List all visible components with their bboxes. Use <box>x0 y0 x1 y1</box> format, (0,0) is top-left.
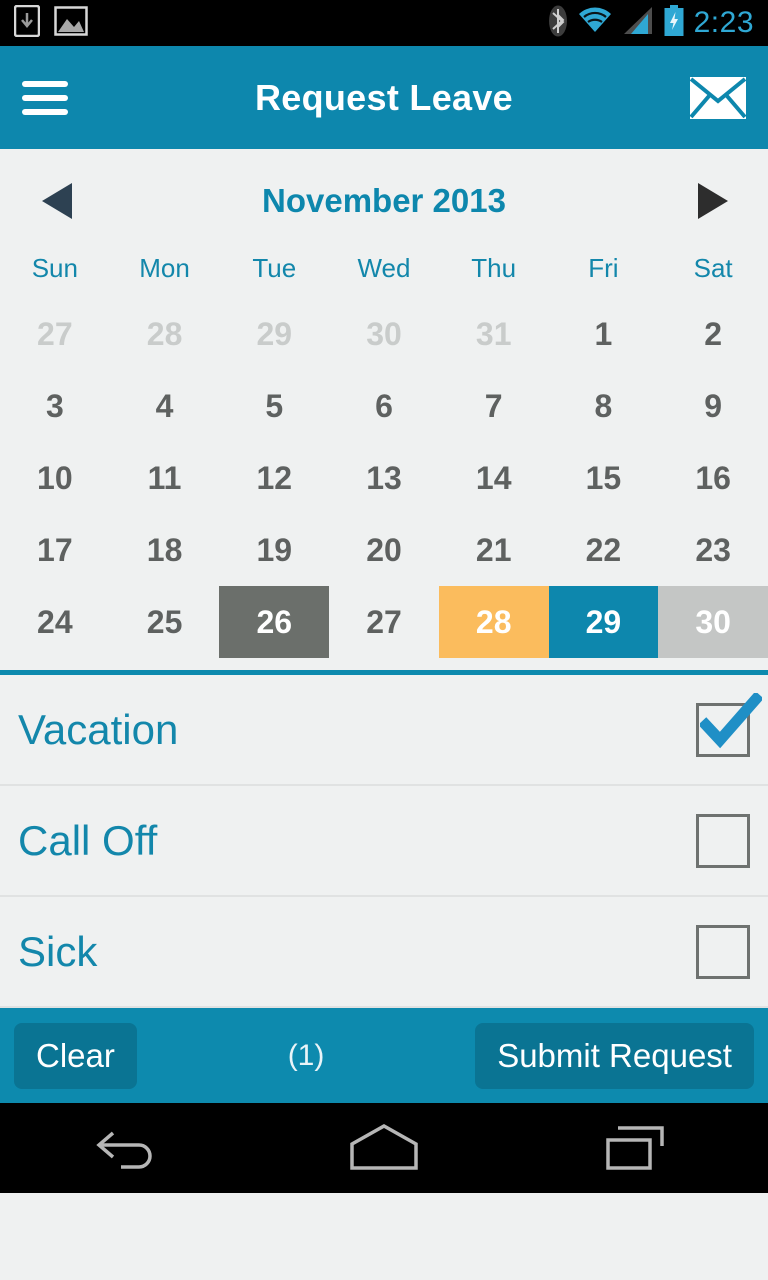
vacation-checkbox[interactable] <box>696 692 762 757</box>
leave-type-label: Vacation <box>18 705 179 753</box>
calendar-day-8[interactable]: 8 <box>549 370 659 442</box>
calendar-day-5[interactable]: 5 <box>219 370 329 442</box>
weekday-label: Mon <box>139 253 190 283</box>
calendar-day-17[interactable]: 17 <box>0 514 110 586</box>
checkbox-box <box>696 813 750 868</box>
submit-request-button[interactable]: Submit Request <box>475 1022 754 1089</box>
android-nav-bar <box>0 1103 768 1193</box>
calendar-day-28[interactable]: 28 <box>110 298 220 370</box>
leave-type-label: Sick <box>18 927 98 975</box>
calendar-day-21[interactable]: 21 <box>439 514 549 586</box>
checkmark-icon <box>700 692 762 748</box>
call-off-checkbox[interactable] <box>696 813 750 868</box>
clear-button[interactable]: Clear <box>14 1022 137 1089</box>
calendar-grid: 27 28 29 30 31 1 2 3 4 5 6 7 8 9 10 11 12 13 14 15 16 17 18 19 2… <box>0 298 768 658</box>
hamburger-menu-icon[interactable] <box>22 80 68 115</box>
calendar-month-nav: November 2013 <box>0 157 768 245</box>
calendar-week-row: 3456789 <box>0 370 768 442</box>
leave-type-row[interactable]: Vacation <box>0 675 768 786</box>
weekday-label: Wed <box>357 253 411 283</box>
calendar-day-3[interactable]: 3 <box>0 370 110 442</box>
selected-count: (1) <box>287 1038 325 1072</box>
calendar-day-19[interactable]: 19 <box>219 514 329 586</box>
download-icon <box>13 4 41 42</box>
calendar-day-9[interactable]: 9 <box>658 370 768 442</box>
leave-type-label: Call Off <box>18 816 158 864</box>
envelope-icon[interactable] <box>689 76 747 119</box>
checkbox-box <box>696 924 750 979</box>
calendar-day-7[interactable]: 7 <box>439 370 549 442</box>
recent-apps-icon[interactable] <box>585 1118 695 1178</box>
leave-type-row[interactable]: Sick <box>0 897 768 1008</box>
calendar-day-10[interactable]: 10 <box>0 442 110 514</box>
calendar-week-row: 17 18 19 20 21 22 23 <box>0 514 768 586</box>
triangle-left-icon[interactable] <box>28 173 84 229</box>
calendar-day-23[interactable]: 23 <box>658 514 768 586</box>
calendar-day-14[interactable]: 14 <box>439 442 549 514</box>
home-icon[interactable] <box>329 1118 439 1178</box>
calendar-day-18[interactable]: 18 <box>110 514 220 586</box>
status-bar: 2:23 <box>0 0 768 46</box>
calendar-day-11[interactable]: 11 <box>110 442 220 514</box>
calendar-day-29[interactable]: 29 <box>219 298 329 370</box>
weekday-label: Thu <box>471 253 517 283</box>
wifi-icon <box>577 6 613 41</box>
page-title: Request Leave <box>254 76 513 118</box>
calendar-day-26[interactable]: 26 <box>219 586 330 658</box>
calendar-day-29[interactable]: 29 <box>548 586 659 658</box>
calendar-day-20[interactable]: 20 <box>329 514 439 586</box>
app-bar: Request Leave <box>0 46 768 149</box>
triangle-right-icon[interactable] <box>684 173 740 229</box>
calendar-week-row: 27 28 29 30 31 1 2 <box>0 298 768 370</box>
battery-charging-icon <box>663 4 685 42</box>
action-bar: Clear (1) Submit Request <box>0 1008 768 1103</box>
cell-signal-icon <box>622 6 654 41</box>
calendar-day-6[interactable]: 6 <box>329 370 439 442</box>
calendar-week-row: 10 11 12 13 14 15 16 <box>0 442 768 514</box>
calendar: November 2013 Sun Mon Tue Wed Thu Fri Sa… <box>0 149 768 675</box>
calendar-day-4[interactable]: 4 <box>110 370 220 442</box>
calendar-day-13[interactable]: 13 <box>329 442 439 514</box>
status-bar-clock: 2:23 <box>693 6 754 39</box>
calendar-day-25[interactable]: 25 <box>110 586 220 658</box>
weekday-label: Fri <box>588 253 619 283</box>
calendar-week-row: 24 25 26 27 28 29 30 <box>0 586 768 658</box>
leave-type-row[interactable]: Call Off <box>0 786 768 897</box>
sick-checkbox[interactable] <box>696 924 750 979</box>
weekday-label: Sun <box>31 253 78 283</box>
calendar-day-1[interactable]: 1 <box>549 298 659 370</box>
calendar-day-24[interactable]: 24 <box>0 586 110 658</box>
status-bar-left-icons <box>13 4 88 42</box>
image-icon <box>54 5 88 41</box>
calendar-day-22[interactable]: 22 <box>549 514 659 586</box>
bluetooth-icon <box>548 5 568 42</box>
calendar-month-label: November 2013 <box>262 182 506 219</box>
calendar-day-27[interactable]: 27 <box>0 298 110 370</box>
calendar-day-30[interactable]: 30 <box>329 298 439 370</box>
calendar-day-16[interactable]: 16 <box>658 442 768 514</box>
status-bar-right-icons: 2:23 <box>548 4 754 42</box>
calendar-day-30[interactable]: 30 <box>658 586 768 658</box>
phone-screen: 2:23 Request Leave November 2013 Sun Mon… <box>0 0 768 1280</box>
calendar-day-27[interactable]: 27 <box>329 586 439 658</box>
calendar-day-15[interactable]: 15 <box>549 442 659 514</box>
calendar-day-31[interactable]: 31 <box>439 298 549 370</box>
weekday-label: Tue <box>252 253 297 283</box>
back-arrow-icon[interactable] <box>73 1118 183 1178</box>
leave-type-list: Vacation Call Off Sick <box>0 675 768 1008</box>
calendar-weekday-header: Sun Mon Tue Wed Thu Fri Sat <box>0 245 768 298</box>
calendar-day-28[interactable]: 28 <box>438 586 549 658</box>
calendar-day-2[interactable]: 2 <box>658 298 768 370</box>
calendar-day-12[interactable]: 12 <box>219 442 329 514</box>
weekday-label: Sat <box>693 253 733 283</box>
